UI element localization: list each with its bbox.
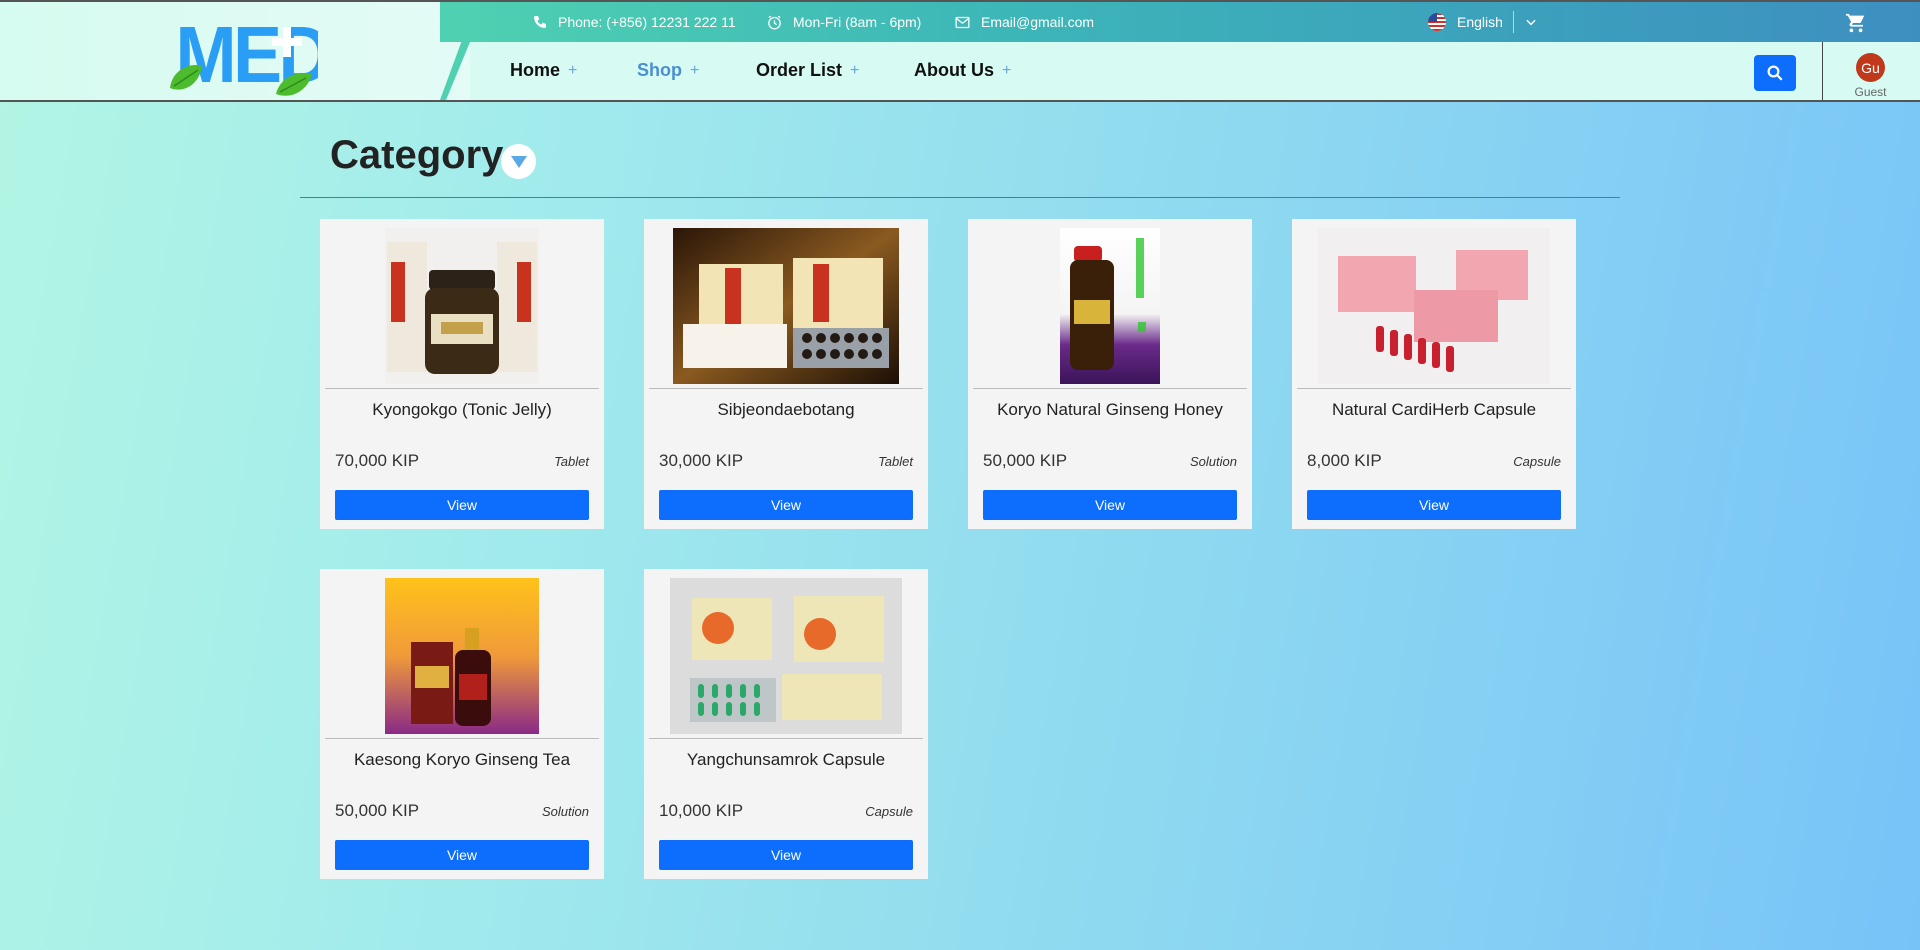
product-name: Sibjeondaebotang xyxy=(717,400,855,419)
view-button[interactable]: View xyxy=(659,840,913,870)
product-image[interactable] xyxy=(644,228,928,384)
nav-home-plus: + xyxy=(568,61,578,79)
product-card: Kaesong Koryo Ginseng Tea 50,000 KIP Sol… xyxy=(320,569,604,879)
product-price: 8,000 KIP xyxy=(1307,451,1382,470)
card-divider xyxy=(973,388,1247,389)
card-divider xyxy=(325,738,599,739)
product-name: Kaesong Koryo Ginseng Tea xyxy=(353,750,571,769)
product-card: Koryo Natural Ginseng Honey 50,000 KIP S… xyxy=(968,219,1252,529)
nav-home[interactable]: Home + xyxy=(510,60,577,81)
product-image[interactable] xyxy=(320,228,604,384)
caret-down-icon xyxy=(510,155,527,168)
category-divider xyxy=(300,197,1620,198)
cart-button[interactable] xyxy=(1845,12,1867,39)
nav-shop-plus: + xyxy=(690,61,700,79)
product-photo xyxy=(385,228,539,384)
email-text: Email@gmail.com xyxy=(981,14,1095,30)
product-card: Yangchunsamrok Capsule 10,000 KIP Capsul… xyxy=(644,569,928,879)
cart-icon xyxy=(1845,13,1865,33)
card-divider xyxy=(325,388,599,389)
nav-about-us-label: About Us xyxy=(914,60,994,80)
phone-text: Phone: (+856) 12231 222 11 xyxy=(558,14,736,30)
product-name: Natural CardiHerb Capsule xyxy=(1331,400,1537,419)
mail-icon xyxy=(955,16,970,28)
card-divider xyxy=(1297,388,1571,389)
product-card: Kyongokgo (Tonic Jelly) 70,000 KIP Table… xyxy=(320,219,604,529)
language-dropdown[interactable] xyxy=(1524,2,1538,42)
product-price: 10,000 KIP xyxy=(659,801,744,820)
view-button[interactable]: View xyxy=(335,840,589,870)
language-selector[interactable]: English xyxy=(1427,2,1503,42)
product-photo xyxy=(1318,228,1550,384)
view-button[interactable]: View xyxy=(659,490,913,520)
category-toggle-button[interactable] xyxy=(501,144,536,179)
product-card: Natural CardiHerb Capsule 8,000 KIP Caps… xyxy=(1292,219,1576,529)
clock-icon xyxy=(768,15,781,30)
product-price: 30,000 KIP xyxy=(659,451,744,470)
view-button[interactable]: View xyxy=(983,490,1237,520)
chevron-down-icon xyxy=(1526,19,1536,26)
card-divider xyxy=(649,388,923,389)
product-image[interactable] xyxy=(644,578,928,734)
search-button[interactable] xyxy=(1754,55,1796,91)
product-image[interactable] xyxy=(968,228,1252,384)
product-type: Tablet xyxy=(878,454,913,469)
language-text: English xyxy=(1457,14,1503,30)
product-image[interactable] xyxy=(1292,228,1576,384)
product-name: Koryo Natural Ginseng Honey xyxy=(997,400,1223,419)
business-hours: Mon-Fri (8am - 6pm) xyxy=(766,2,921,42)
product-card: Sibjeondaebotang 30,000 KIP Tablet View xyxy=(644,219,928,529)
nav-about-us[interactable]: About Us + xyxy=(914,60,1011,81)
user-divider xyxy=(1822,42,1823,100)
product-price: 70,000 KIP xyxy=(335,451,420,470)
logo-area: MED xyxy=(0,2,480,100)
avatar[interactable]: Gu xyxy=(1856,53,1885,82)
nav-shop[interactable]: Shop + xyxy=(637,60,699,81)
email-contact[interactable]: Email@gmail.com xyxy=(954,2,1094,42)
product-photo xyxy=(385,578,539,734)
product-price: 50,000 KIP xyxy=(983,451,1068,470)
nav-order-list[interactable]: Order List + xyxy=(756,60,859,81)
product-photo xyxy=(673,228,899,384)
phone-icon xyxy=(534,16,546,28)
product-type: Capsule xyxy=(865,804,913,819)
hours-text: Mon-Fri (8am - 6pm) xyxy=(793,14,922,30)
product-type: Solution xyxy=(542,804,589,819)
page-title: Category xyxy=(330,133,504,177)
product-type: Solution xyxy=(1190,454,1237,469)
phone-contact[interactable]: Phone: (+856) 12231 222 11 xyxy=(532,2,736,42)
language-divider xyxy=(1513,11,1514,33)
nav-order-list-label: Order List xyxy=(756,60,843,80)
us-flag-icon xyxy=(1428,13,1446,31)
view-button[interactable]: View xyxy=(335,490,589,520)
product-photo xyxy=(1060,228,1160,384)
product-name: Kyongokgo (Tonic Jelly) xyxy=(372,400,552,419)
product-name: Yangchunsamrok Capsule xyxy=(686,750,886,769)
nav-order-list-plus: + xyxy=(850,61,860,79)
product-image[interactable] xyxy=(320,578,604,734)
product-type: Tablet xyxy=(554,454,589,469)
avatar-label: Guest xyxy=(1854,85,1887,99)
nav-about-us-plus: + xyxy=(1002,61,1012,79)
product-price: 50,000 KIP xyxy=(335,801,420,820)
product-photo xyxy=(670,578,902,734)
nav-home-label: Home xyxy=(510,60,561,80)
search-icon xyxy=(1767,65,1783,81)
nav-shop-label: Shop xyxy=(637,60,682,80)
view-button[interactable]: View xyxy=(1307,490,1561,520)
card-divider xyxy=(649,738,923,739)
med-logo[interactable]: MED xyxy=(168,10,318,98)
site-header: MED Phone: (+856) 12231 222 11 Mon-Fri (… xyxy=(0,0,1920,102)
product-type: Capsule xyxy=(1513,454,1561,469)
